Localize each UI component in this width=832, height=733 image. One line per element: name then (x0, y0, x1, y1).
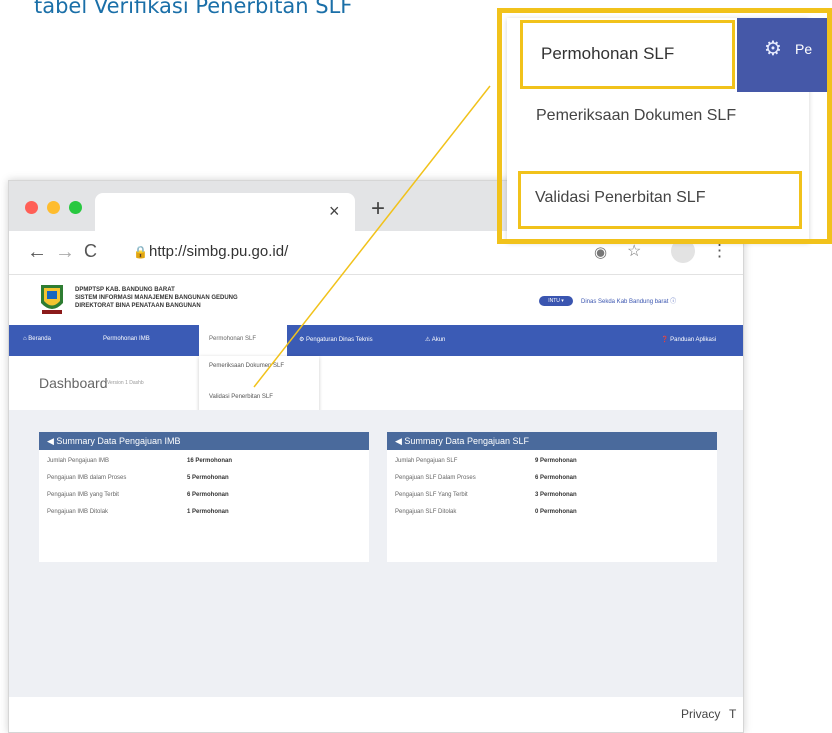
dropdown-item-pemeriksaan-dokumen[interactable]: Pemeriksaan Dokumen SLF (209, 362, 309, 370)
imb-row-label: Pengajuan IMB yang Terbit (47, 492, 119, 498)
nav-beranda[interactable]: ⌂ Beranda (23, 336, 51, 342)
panel-summary-imb: ◀ Summary Data Pengajuan IMB Jumlah Peng… (39, 432, 369, 562)
browser-tab[interactable] (95, 193, 355, 231)
imb-row-value: 16 Permohonan (187, 458, 233, 464)
slf-dropdown-menu: Pemeriksaan Dokumen SLF Validasi Penerbi… (199, 356, 319, 414)
org-line-3: DIREKTORAT BINA PENATAAN BANGUNAN (75, 303, 201, 309)
slf-row-label: Pengajuan SLF Yang Terbit (395, 492, 468, 498)
dashboard-subtitle: Version 1 Dashb (107, 380, 144, 386)
nav-permohonan-imb[interactable]: Permohonan IMB (103, 336, 150, 342)
imb-row: Jumlah Pengajuan IMB 16 Permohonan (47, 458, 232, 464)
dropdown-item-validasi-penerbitan[interactable]: Validasi Penerbitan SLF (209, 394, 273, 400)
org-line-2: SISTEM INFORMASI MANAJEMEN BANGUNAN GEDU… (75, 295, 238, 301)
tab-close-icon[interactable]: × (329, 201, 340, 222)
minimize-window-icon[interactable] (47, 201, 60, 214)
imb-row-label: Pengajuan IMB Ditolak (47, 509, 109, 515)
slf-row: Jumlah Pengajuan SLF 9 Permohonan (395, 458, 577, 464)
panel-summary-slf: ◀ Summary Data Pengajuan SLF Jumlah Peng… (387, 432, 717, 562)
slf-row: Pengajuan SLF Dalam Proses 6 Permohonan (395, 475, 577, 481)
imb-row-label: Pengajuan IMB dalam Proses (47, 475, 127, 481)
slf-row: Pengajuan SLF Ditolak 0 Permohonan (395, 509, 577, 515)
site-header: DPMPTSP KAB. BANDUNG BARAT SISTEM INFORM… (9, 275, 743, 325)
terms-link[interactable]: T (729, 707, 736, 721)
slf-row: Pengajuan SLF Yang Terbit 3 Permohonan (395, 492, 577, 498)
new-tab-icon[interactable]: + (371, 195, 385, 223)
location-icon[interactable]: ◉ (594, 243, 607, 261)
reload-icon[interactable]: C (84, 241, 97, 262)
slf-row-value: 6 Permohonan (535, 475, 577, 481)
imb-row: Pengajuan IMB dalam Proses 5 Permohonan (47, 475, 229, 481)
bookmark-star-icon[interactable]: ☆ (627, 241, 641, 261)
site-nav: ⌂ Beranda Permohonan IMB Permohonan SLF … (9, 325, 743, 356)
slf-row-value: 0 Permohonan (535, 509, 577, 515)
role-dropdown[interactable]: INTU ▾ (539, 296, 573, 306)
privacy-link[interactable]: Privacy (681, 707, 720, 721)
nav-pengaturan-dinas-teknis[interactable]: ⚙ Pengaturan Dinas Teknis (299, 336, 373, 343)
url-field[interactable]: http://simbg.pu.go.id/ (149, 243, 288, 260)
maximize-window-icon[interactable] (69, 201, 82, 214)
nav-akun[interactable]: ⚠ Akun (425, 336, 445, 343)
browser-window: × + ← → C 🔒 http://simbg.pu.go.id/ ◉ ☆ ⋮… (8, 180, 744, 733)
page-heading: tabel Verifikasi Penerbitan SLF (34, 0, 353, 18)
imb-row: Pengajuan IMB yang Terbit 6 Permohonan (47, 492, 229, 498)
lock-icon: 🔒 (133, 245, 148, 259)
imb-row-value: 5 Permohonan (187, 475, 229, 481)
imb-row-value: 1 Permohonan (187, 509, 229, 515)
zoom-callout-frame (497, 8, 832, 244)
user-info-link[interactable]: Dinas Sekda Kab Bandung barat ⓘ (581, 296, 676, 305)
dashboard-content: ◀ Summary Data Pengajuan IMB Jumlah Peng… (9, 410, 743, 697)
slf-row-value: 3 Permohonan (535, 492, 577, 498)
slf-row-value: 9 Permohonan (535, 458, 577, 464)
forward-icon[interactable]: → (55, 241, 75, 264)
slf-row-label: Pengajuan SLF Ditolak (395, 509, 457, 515)
dashboard-title: Dashboard (39, 375, 108, 391)
imb-row: Pengajuan IMB Ditolak 1 Permohonan (47, 509, 229, 515)
panel-imb-title: ◀ Summary Data Pengajuan IMB (39, 432, 369, 450)
government-crest-icon (41, 285, 63, 314)
nav-permohonan-slf-label: Permohonan SLF (209, 336, 257, 342)
nav-permohonan-slf[interactable]: Permohonan SLF (199, 325, 287, 356)
close-window-icon[interactable] (25, 201, 38, 214)
imb-row-value: 6 Permohonan (187, 492, 229, 498)
org-line-1: DPMPTSP KAB. BANDUNG BARAT (75, 287, 175, 293)
imb-row-label: Jumlah Pengajuan IMB (47, 458, 110, 464)
browser-menu-icon[interactable]: ⋮ (711, 241, 728, 261)
slf-row-label: Jumlah Pengajuan SLF (395, 458, 458, 464)
panel-slf-title: ◀ Summary Data Pengajuan SLF (387, 432, 717, 450)
back-icon[interactable]: ← (27, 241, 47, 264)
nav-panduan-aplikasi[interactable]: ❓ Panduan Aplikasi (661, 336, 716, 343)
slf-row-label: Pengajuan SLF Dalam Proses (395, 475, 476, 481)
